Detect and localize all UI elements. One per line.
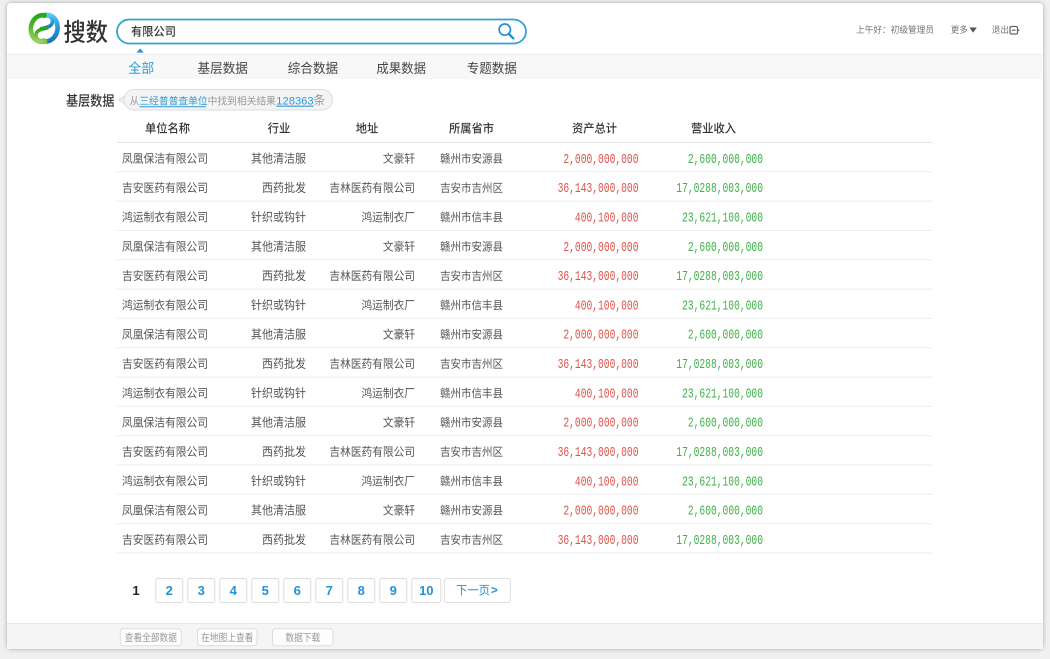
svg-text:7: 7	[326, 583, 333, 598]
svg-text:8: 8	[358, 583, 365, 598]
svg-text:23,621,100,000: 23,621,100,000	[682, 210, 763, 226]
svg-text:3: 3	[198, 583, 205, 598]
svg-text:2,600,000,000: 2,600,000,000	[688, 151, 763, 167]
svg-text:17,0288,003,000: 17,0288,003,000	[676, 445, 763, 461]
svg-text:2,600,000,000: 2,600,000,000	[688, 415, 763, 431]
svg-text:2,600,000,000: 2,600,000,000	[688, 239, 763, 255]
svg-text:>: >	[491, 585, 498, 597]
svg-text:2: 2	[166, 583, 173, 598]
svg-text:17,0288,003,000: 17,0288,003,000	[676, 533, 763, 549]
svg-text:10: 10	[419, 583, 433, 598]
svg-text:36,143,000,000: 36,143,000,000	[558, 533, 639, 549]
svg-text:4: 4	[230, 583, 238, 598]
svg-text:2,000,000,000: 2,000,000,000	[563, 327, 638, 343]
svg-text:400,100,000: 400,100,000	[575, 298, 639, 314]
svg-text:1: 1	[132, 583, 139, 598]
svg-text:400,100,000: 400,100,000	[575, 210, 639, 226]
svg-text:17,0288,003,000: 17,0288,003,000	[676, 181, 763, 197]
svg-text:2,600,000,000: 2,600,000,000	[688, 503, 763, 519]
svg-text:23,621,100,000: 23,621,100,000	[682, 298, 763, 314]
svg-text:2,600,000,000: 2,600,000,000	[688, 327, 763, 343]
svg-text:2,000,000,000: 2,000,000,000	[563, 151, 638, 167]
svg-text:128363: 128363	[276, 96, 313, 108]
svg-text:5: 5	[262, 583, 269, 598]
svg-text:2,000,000,000: 2,000,000,000	[563, 239, 638, 255]
svg-text:36,143,000,000: 36,143,000,000	[558, 357, 639, 373]
svg-text:17,0288,003,000: 17,0288,003,000	[676, 357, 763, 373]
svg-text:400,100,000: 400,100,000	[575, 386, 639, 402]
svg-text:400,100,000: 400,100,000	[575, 474, 639, 490]
svg-text:36,143,000,000: 36,143,000,000	[558, 445, 639, 461]
svg-text:36,143,000,000: 36,143,000,000	[558, 181, 639, 197]
svg-text:36,143,000,000: 36,143,000,000	[558, 269, 639, 285]
svg-text:17,0288,003,000: 17,0288,003,000	[676, 269, 763, 285]
svg-text:23,621,100,000: 23,621,100,000	[682, 386, 763, 402]
svg-text:2,000,000,000: 2,000,000,000	[563, 503, 638, 519]
svg-text:23,621,100,000: 23,621,100,000	[682, 474, 763, 490]
svg-text:2,000,000,000: 2,000,000,000	[563, 415, 638, 431]
svg-text:9: 9	[390, 583, 397, 598]
svg-text:6: 6	[294, 583, 301, 598]
